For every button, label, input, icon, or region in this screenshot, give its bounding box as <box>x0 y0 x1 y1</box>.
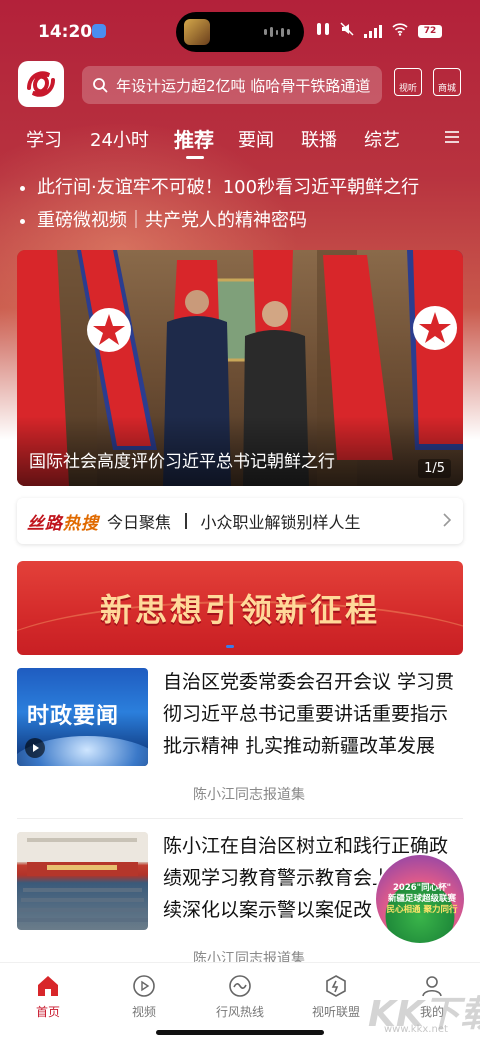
bullet-icon <box>20 185 25 191</box>
active-tab-indicator <box>186 156 204 159</box>
banner-page-indicator <box>226 645 234 648</box>
promo-text: 2026"同心杯" 新疆足球超级联赛 民心相通 聚力同行 <box>386 883 458 915</box>
status-icons: 72 <box>316 22 442 40</box>
nav-label: 视频 <box>131 1005 156 1019</box>
nav-home[interactable]: 首页 <box>8 973 88 1020</box>
earbuds-icon <box>316 22 330 40</box>
headline-text: 重磅微视频｜共产党人的精神密码 <box>37 210 307 231</box>
app-logo[interactable] <box>18 61 64 107</box>
hot-search-bar[interactable]: 丝路热搜 今日聚焦 小众职业解锁别样人生 <box>17 498 463 544</box>
tab-tuijian[interactable]: 推荐 <box>174 124 214 153</box>
tab-lianbo[interactable]: 联播 <box>301 126 337 152</box>
shangcheng-button[interactable]: 商城 <box>433 68 461 96</box>
shangcheng-label: 商城 <box>437 84 456 94</box>
home-indicator[interactable] <box>156 1030 324 1035</box>
notification-app-icon <box>92 24 106 38</box>
dynamic-island[interactable] <box>176 12 304 52</box>
headline-link[interactable]: 此行间·友谊牢不可破！100秒看习近平朝鲜之行 <box>20 173 419 199</box>
carousel-title: 国际社会高度评价习近平总书记朝鲜之行 <box>29 452 335 472</box>
home-icon <box>38 976 58 996</box>
divider <box>17 818 463 819</box>
thumbnail-label: 时政要闻 <box>27 704 120 729</box>
shiting-button[interactable]: 视听 <box>394 68 422 96</box>
nav-label: 视听联盟 <box>311 1005 360 1019</box>
video-icon <box>133 975 155 997</box>
play-icon[interactable] <box>25 738 45 758</box>
news-thumbnail[interactable]: 时政要闻 <box>17 668 148 766</box>
search-placeholder: 年设计运力超2亿吨 临哈骨干铁路通道 <box>116 76 371 95</box>
carousel-pager: 1/5 <box>418 459 451 478</box>
news-title[interactable]: 自治区党委常委会召开会议 学习贯彻习近平总书记重要讲话重要指示批示精神 扎实推动… <box>163 666 463 762</box>
logo-swirl-icon <box>27 71 55 97</box>
search-bar[interactable]: 年设计运力超2亿吨 临哈骨干铁路通道 <box>82 66 382 104</box>
nav-label: 首页 <box>35 1005 60 1019</box>
channel-tabs: 学习 24小时 推荐 要闻 联播 综艺 <box>0 122 480 162</box>
chevron-right-icon[interactable] <box>443 513 451 527</box>
audio-wave-icon <box>264 26 290 38</box>
news-thumbnail[interactable] <box>17 832 148 930</box>
headline-text: 此行间·友谊牢不可破！100秒看习近平朝鲜之行 <box>37 177 420 198</box>
nav-hotline[interactable]: 行风热线 <box>200 973 280 1020</box>
nav-label: 行风热线 <box>215 1005 264 1019</box>
hotline-icon <box>229 975 251 997</box>
hot-search-item[interactable]: 今日聚焦 <box>107 509 171 533</box>
battery-icon: 72 <box>418 24 442 38</box>
status-time: 14:20 <box>38 22 93 42</box>
search-icon <box>93 78 108 93</box>
hot-search-brand: 丝路热搜 <box>27 513 99 534</box>
watermark-url: www.kkx.net <box>384 1024 448 1035</box>
music-app-icon <box>184 19 210 45</box>
divider <box>185 513 187 529</box>
nav-video[interactable]: 视频 <box>104 973 184 1020</box>
alliance-icon <box>326 975 346 997</box>
shiting-label: 视听 <box>398 84 417 94</box>
hot-search-item[interactable]: 小众职业解锁别样人生 <box>201 509 361 533</box>
meeting-hall-photo <box>17 832 148 922</box>
floating-promo[interactable]: 2026"同心杯" 新疆足球超级联赛 民心相通 聚力同行 <box>374 853 466 945</box>
promo-banner[interactable]: 新思想引领新征程 <box>17 561 463 655</box>
bullet-icon <box>20 218 25 224</box>
headline-link[interactable]: 重磅微视频｜共产党人的精神密码 <box>20 206 307 232</box>
tab-zongyi[interactable]: 综艺 <box>364 126 400 152</box>
wifi-icon <box>392 22 408 40</box>
tab-24h[interactable]: 24小时 <box>90 126 149 152</box>
news-source: 陈小江同志报道集 <box>193 787 305 803</box>
status-bar: 14:20 72 <box>0 0 480 62</box>
top-carousel[interactable]: 国际社会高度评价习近平总书记朝鲜之行 1/5 <box>17 250 463 486</box>
mute-icon <box>340 22 354 40</box>
menu-icon[interactable] <box>444 130 460 144</box>
nav-alliance[interactable]: 视听联盟 <box>296 973 376 1020</box>
tab-yaowen[interactable]: 要闻 <box>238 126 274 152</box>
tab-xuexi[interactable]: 学习 <box>26 126 62 152</box>
banner-text: 新思想引领新征程 <box>99 591 380 629</box>
cellular-signal-icon <box>364 24 382 38</box>
